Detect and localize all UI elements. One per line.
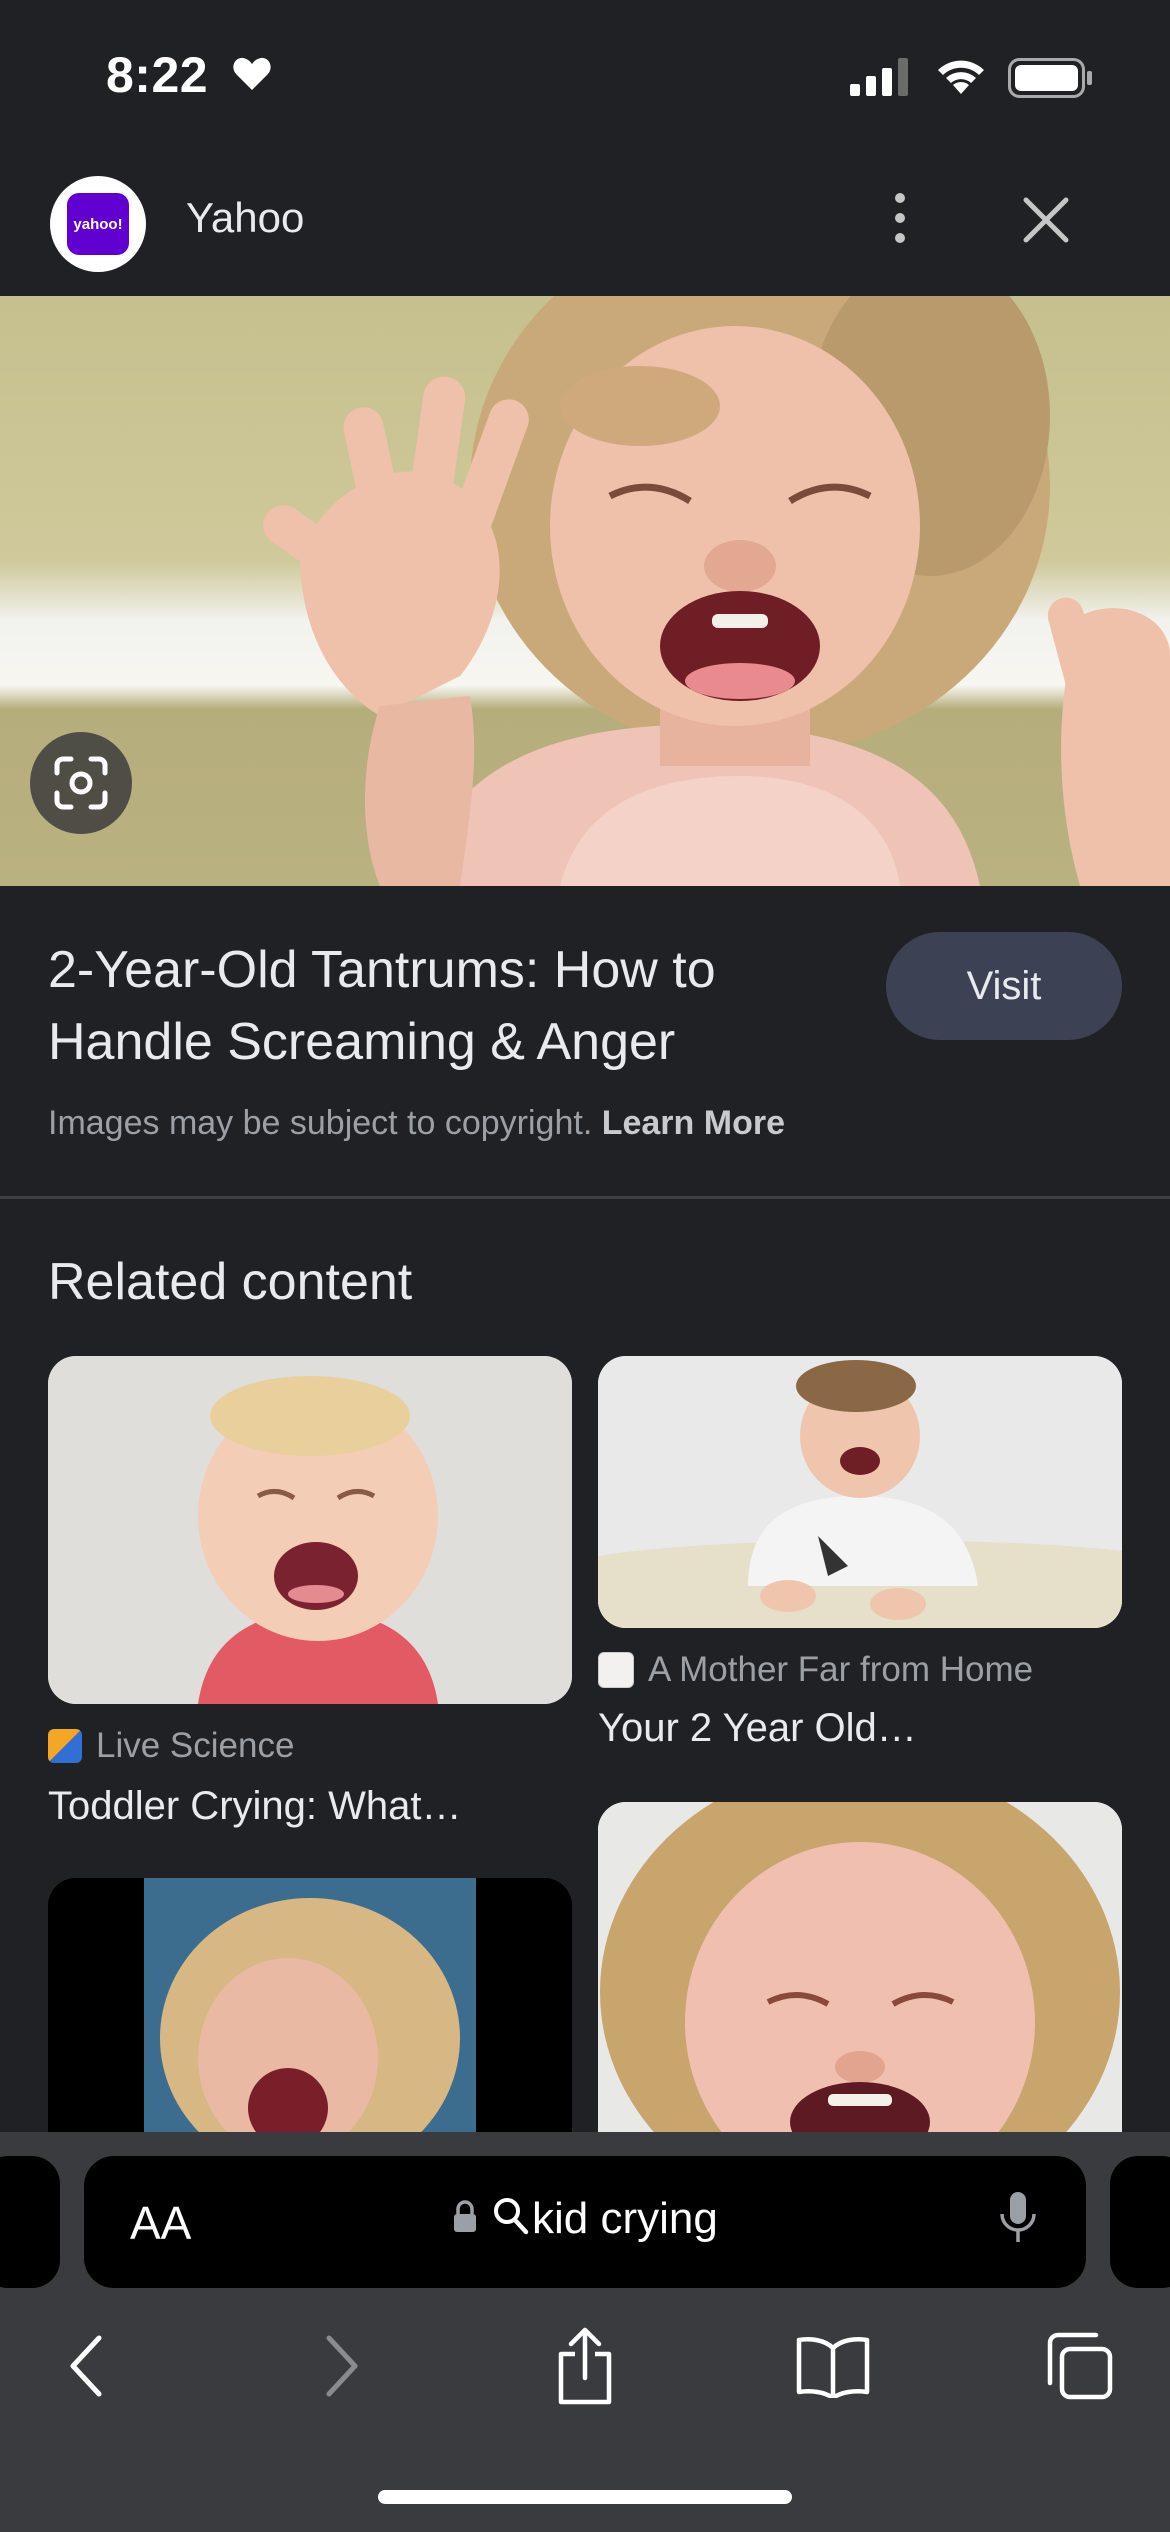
visual-search-lens-button[interactable] [30, 732, 132, 834]
more-options-icon[interactable] [880, 188, 920, 248]
card-1-source-name: Live Science [96, 1726, 295, 1765]
card-1-title[interactable]: Toddler Crying: What… [48, 1784, 461, 1829]
main-result-image[interactable] [0, 296, 1170, 886]
next-tab-peek[interactable] [1110, 2156, 1170, 2288]
search-icon [494, 2198, 529, 2235]
tabs-icon [1047, 2332, 1113, 2400]
divider [0, 1196, 1170, 1199]
related-image-3[interactable] [48, 1878, 572, 2132]
related-image-1[interactable] [48, 1356, 572, 1704]
status-time: 8:22 [106, 47, 209, 103]
copyright-text: Images may be subject to copyright. [48, 1104, 593, 1142]
share-icon [558, 2327, 612, 2405]
previous-tab-peek[interactable] [0, 2156, 60, 2288]
learn-more-link[interactable]: Learn More [602, 1104, 785, 1142]
lens-icon [54, 756, 108, 810]
card-1-source[interactable]: Live Science [48, 1726, 294, 1766]
related-content-heading: Related content [48, 1253, 413, 1311]
related-image-4[interactable] [598, 1802, 1122, 2132]
copyright-notice: Images may be subject to copyright. Lear… [48, 1104, 785, 1143]
battery-icon [1008, 58, 1092, 98]
yahoo-logo[interactable]: yahoo! [50, 176, 146, 272]
yahoo-logo-text: yahoo! [67, 193, 129, 255]
chevron-left-icon [70, 2335, 102, 2397]
address-query[interactable]: kid crying [532, 2194, 718, 2244]
chevron-right-icon [326, 2335, 358, 2397]
card-2-source-name: A Mother Far from Home [648, 1650, 1034, 1689]
result-title[interactable]: 2-Year-Old Tantrums: How to Handle Screa… [48, 934, 808, 1078]
close-icon[interactable] [1018, 192, 1074, 248]
share-button[interactable] [540, 2326, 630, 2406]
heart-icon [233, 57, 271, 90]
back-button[interactable] [42, 2326, 132, 2406]
card-2-source[interactable]: A Mother Far from Home [598, 1650, 1033, 1690]
card-2-title[interactable]: Your 2 Year Old… [598, 1706, 917, 1751]
related-image-2[interactable] [598, 1356, 1122, 1628]
forward-button[interactable] [296, 2326, 386, 2406]
cellular-signal-icon [850, 58, 908, 96]
visit-button[interactable]: Visit [886, 932, 1122, 1040]
home-indicator[interactable] [378, 2490, 792, 2504]
book-icon [796, 2337, 870, 2398]
page-settings-button[interactable]: AA [130, 2196, 191, 2250]
source-name[interactable]: Yahoo [186, 194, 304, 242]
lock-icon [454, 2200, 476, 2232]
mother-far-from-home-favicon [598, 1652, 634, 1688]
wifi-icon [938, 60, 984, 94]
live-science-favicon [48, 1729, 82, 1763]
tabs-button[interactable] [1034, 2326, 1124, 2406]
microphone-icon[interactable] [996, 2190, 1040, 2246]
bookmarks-button[interactable] [788, 2326, 878, 2406]
